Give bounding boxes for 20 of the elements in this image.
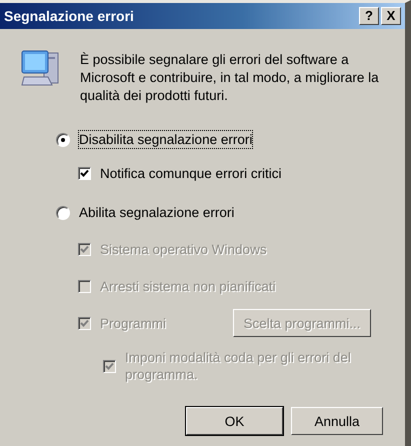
window-title: Segnalazione errori (4, 8, 135, 24)
description-text: È possibile segnalare gli errori del software a Microsoft e contribuire, in tal modo, a migliorare la qualità dei prodotti futuri. (80, 51, 380, 105)
radio-button[interactable] (56, 132, 70, 146)
checkmark-icon (80, 245, 89, 254)
checkbox[interactable] (78, 167, 91, 180)
close-button[interactable]: X (381, 7, 401, 25)
option-label: Imponi modalità coda per gli errori del programma. (125, 349, 352, 383)
checkmark-icon (80, 318, 89, 328)
option-label: Sistema operativo Windows (100, 241, 267, 258)
checkmark-icon (80, 169, 89, 178)
radio-button[interactable] (56, 206, 70, 220)
option-label: Disabilita segnalazione errori (79, 131, 252, 148)
ok-button[interactable]: OK (186, 407, 283, 435)
option-label: Arresti sistema non pianificati (100, 278, 276, 295)
option-label: Notifica comunque errori critici (100, 165, 282, 182)
help-button[interactable]: ? (359, 7, 379, 25)
option-label: Abilita segnalazione errori (79, 204, 234, 221)
checkmark-icon (105, 362, 114, 370)
cancel-button[interactable]: Annulla (291, 407, 383, 435)
option-label: Programmi (100, 314, 166, 332)
